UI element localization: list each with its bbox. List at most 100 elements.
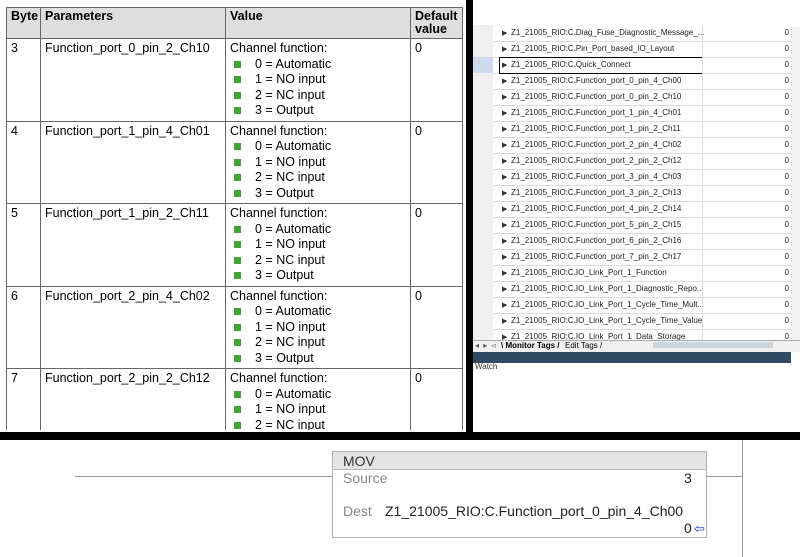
tag-row[interactable]: ▶ Z1_21005_RIO:C.Function_port_5_pin_2_Ch… bbox=[473, 217, 791, 234]
expand-arrow-icon[interactable]: ▶ bbox=[502, 173, 507, 181]
expand-arrow-icon[interactable]: ▶ bbox=[502, 29, 507, 37]
tag-value[interactable]: 0 bbox=[785, 140, 789, 149]
expand-arrow-icon[interactable]: ▶ bbox=[502, 253, 507, 261]
tag-row[interactable]: ▶ Z1_21005_RIO:C.Quick_Connect 0 bbox=[473, 57, 791, 74]
row-gutter[interactable] bbox=[473, 137, 493, 153]
parameter-row: 7 Function_port_2_pin_2_Ch12 Channel funct… bbox=[6, 368, 463, 430]
tag-row[interactable]: ▶ Z1_21005_RIO:C.Function_port_3_pin_2_Ch… bbox=[473, 185, 791, 202]
tag-row[interactable]: ▶ Z1_21005_RIO:C.Function_port_1_pin_4_Ch… bbox=[473, 105, 791, 122]
tag-value[interactable]: 0 bbox=[785, 156, 789, 165]
dest-tag[interactable]: Z1_21005_RIO:C.Function_port_0_pin_4_Ch0… bbox=[385, 503, 683, 519]
row-gutter[interactable] bbox=[473, 73, 493, 89]
column-divider bbox=[702, 169, 703, 185]
tag-row[interactable]: ▶ Z1_21005_RIO:C.Function_port_6_pin_2_Ch… bbox=[473, 233, 791, 250]
expand-arrow-icon[interactable]: ▶ bbox=[502, 93, 507, 101]
row-gutter[interactable] bbox=[473, 121, 493, 137]
tag-value[interactable]: 0 bbox=[785, 220, 789, 229]
expand-arrow-icon[interactable]: ▶ bbox=[502, 317, 507, 325]
tab-nav-arrows[interactable]: ◂ ▸ ◃ bbox=[475, 341, 497, 350]
watch-label: Watch bbox=[475, 362, 498, 371]
source-value[interactable]: 3 bbox=[684, 470, 692, 486]
expand-arrow-icon[interactable]: ▶ bbox=[502, 109, 507, 117]
row-gutter[interactable] bbox=[473, 41, 493, 57]
row-gutter[interactable] bbox=[473, 185, 493, 201]
expand-arrow-icon[interactable]: ▶ bbox=[502, 221, 507, 229]
expand-arrow-icon[interactable]: ▶ bbox=[502, 205, 507, 213]
tag-row[interactable]: ▶ Z1_21005_RIO:C.IO_Link_Port_1_Function 0 bbox=[473, 265, 791, 282]
expand-arrow-icon[interactable]: ▶ bbox=[502, 237, 507, 245]
tag-value[interactable]: 0 bbox=[785, 236, 789, 245]
row-gutter[interactable] bbox=[473, 169, 493, 185]
row-gutter[interactable] bbox=[473, 281, 493, 297]
tag-value[interactable]: 0 bbox=[785, 268, 789, 277]
tag-row[interactable]: ▶ Z1_21005_RIO:C.Function_port_3_pin_4_Ch… bbox=[473, 169, 791, 186]
tag-value[interactable]: 0 bbox=[785, 188, 789, 197]
value-title: Channel function: bbox=[230, 206, 328, 220]
parameter-table-panel: Byte Parameters Value Default value 3 Fun… bbox=[0, 0, 470, 430]
bullet-icon bbox=[234, 225, 241, 233]
row-gutter[interactable] bbox=[473, 265, 493, 281]
tag-value[interactable]: 0 bbox=[785, 60, 789, 69]
expand-arrow-icon[interactable]: ▶ bbox=[502, 285, 507, 293]
horizontal-scrollbar[interactable] bbox=[653, 342, 773, 348]
row-gutter[interactable] bbox=[473, 233, 493, 249]
tag-value[interactable]: 0 bbox=[785, 124, 789, 133]
tag-row[interactable]: ▶ Z1_21005_RIO:C.Function_port_1_pin_2_Ch… bbox=[473, 121, 791, 138]
expand-arrow-icon[interactable]: ▶ bbox=[502, 77, 507, 85]
bullet-icon bbox=[234, 158, 241, 166]
tab-edit-tags[interactable]: Edit Tags / bbox=[565, 341, 602, 350]
tag-value[interactable]: 0 bbox=[785, 44, 789, 53]
tag-value[interactable]: 0 bbox=[785, 316, 789, 325]
expand-arrow-icon[interactable]: ▶ bbox=[502, 189, 507, 197]
tab-monitor-tags[interactable]: \ Monitor Tags / bbox=[501, 341, 560, 350]
mov-instruction[interactable]: MOV Source 3 Dest Z1_21005_RIO:C.Functio… bbox=[332, 451, 707, 538]
row-gutter[interactable] bbox=[473, 105, 493, 121]
tag-row[interactable]: ▶ Z1_21005_RIO:C.Diag_Fuse_Diagnostic_Mes… bbox=[473, 25, 791, 42]
tag-value[interactable]: 0 bbox=[785, 172, 789, 181]
tag-row[interactable]: ▶ Z1_21005_RIO:C.Function_port_4_pin_2_Ch… bbox=[473, 201, 791, 218]
tag-value[interactable]: 0 bbox=[785, 92, 789, 101]
row-gutter[interactable] bbox=[473, 153, 493, 169]
right-power-rail bbox=[742, 440, 743, 557]
option-item: 0 = Automatic bbox=[230, 222, 406, 238]
expand-arrow-icon[interactable]: ▶ bbox=[502, 61, 507, 69]
tag-name: Z1_21005_RIO:C.Diag_Fuse_Diagnostic_Mess… bbox=[511, 28, 705, 37]
tag-value[interactable]: 0 bbox=[785, 108, 789, 117]
expand-arrow-icon[interactable]: ▶ bbox=[502, 157, 507, 165]
tag-row[interactable]: ▶ Z1_21005_RIO:C.IO_Link_Port_1_Diagnosti… bbox=[473, 281, 791, 298]
tag-name: Z1_21005_RIO:C.Function_port_1_pin_2_Ch1… bbox=[511, 124, 681, 133]
option-text: 0 = Automatic bbox=[255, 304, 332, 318]
tag-value[interactable]: 0 bbox=[785, 204, 789, 213]
row-gutter[interactable] bbox=[473, 249, 493, 265]
tag-row[interactable]: ▶ Z1_21005_RIO:C.Function_port_0_pin_2_Ch… bbox=[473, 89, 791, 106]
row-gutter[interactable] bbox=[473, 297, 493, 313]
dest-arrow-icon: ⇦ bbox=[694, 521, 705, 536]
row-gutter[interactable] bbox=[473, 313, 493, 329]
tag-row[interactable]: ▶ Z1_21005_RIO:C.IO_Link_Port_1_Cycle_Tim… bbox=[473, 297, 791, 314]
expand-arrow-icon[interactable]: ▶ bbox=[502, 301, 507, 309]
tag-value[interactable]: 0 bbox=[785, 300, 789, 309]
tag-row[interactable]: ▶ Z1_21005_RIO:C.Function_port_7_pin_2_Ch… bbox=[473, 249, 791, 266]
tag-value[interactable]: 0 bbox=[785, 284, 789, 293]
vertical-scrollbar[interactable] bbox=[791, 27, 800, 342]
tag-row[interactable]: ▶ Z1_21005_RIO:C.Function_port_2_pin_4_Ch… bbox=[473, 137, 791, 154]
tag-value[interactable]: 0 bbox=[785, 28, 789, 37]
option-item: 2 = NC input bbox=[230, 418, 406, 430]
tag-value[interactable]: 0 bbox=[785, 252, 789, 261]
tag-value[interactable]: 0 bbox=[785, 76, 789, 85]
expand-arrow-icon[interactable]: ▶ bbox=[502, 141, 507, 149]
row-gutter[interactable] bbox=[473, 201, 493, 217]
tag-row[interactable]: ▶ Z1_21005_RIO:C.Function_port_2_pin_2_Ch… bbox=[473, 153, 791, 170]
expand-arrow-icon[interactable]: ▶ bbox=[502, 125, 507, 133]
bullet-icon bbox=[234, 76, 241, 84]
tag-row[interactable]: ▶ Z1_21005_RIO:C.Pin_Port_based_IO_Layout… bbox=[473, 41, 791, 58]
row-gutter[interactable] bbox=[473, 217, 493, 233]
row-gutter[interactable] bbox=[473, 89, 493, 105]
tag-row[interactable]: ▶ Z1_21005_RIO:C.Function_port_0_pin_4_Ch… bbox=[473, 73, 791, 90]
expand-arrow-icon[interactable]: ▶ bbox=[502, 269, 507, 277]
row-gutter[interactable] bbox=[473, 57, 493, 73]
expand-arrow-icon[interactable]: ▶ bbox=[502, 45, 507, 53]
row-gutter[interactable] bbox=[473, 25, 493, 41]
tag-row[interactable]: ▶ Z1_21005_RIO:C.IO_Link_Port_1_Cycle_Tim… bbox=[473, 313, 791, 330]
tag-name: Z1_21005_RIO:C.Pin_Port_based_IO_Layout bbox=[511, 44, 675, 53]
